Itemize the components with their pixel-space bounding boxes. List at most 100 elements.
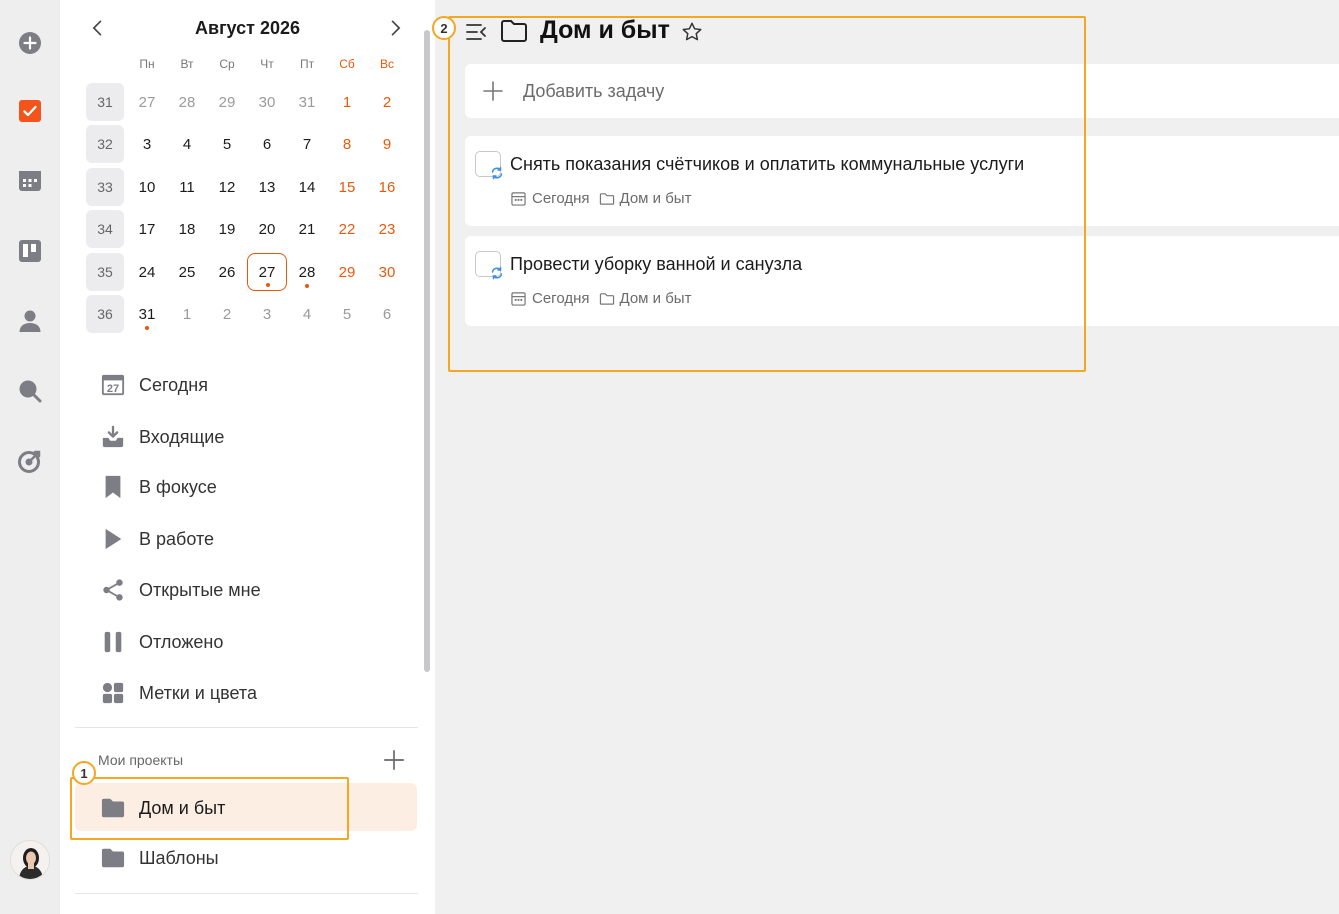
calendar-day[interactable]: 4	[167, 125, 207, 163]
weekday-label: Пн	[139, 57, 155, 71]
calendar-day[interactable]: 13	[247, 168, 287, 206]
calendar-day[interactable]: 18	[167, 210, 207, 248]
calendar-day-number: 1	[182, 305, 192, 323]
calendar-day[interactable]: 11	[167, 168, 207, 206]
calendar-day[interactable]: 12	[207, 168, 247, 206]
nav-item-postponed[interactable]: Отложено	[100, 625, 223, 659]
calendar-day-number: 7	[302, 135, 312, 153]
app-rail	[0, 0, 60, 914]
calendar-day[interactable]: 6	[367, 295, 407, 333]
goal-target-icon[interactable]	[18, 449, 42, 473]
calendar-day-number: 29	[338, 263, 356, 281]
calendar-day-number: 4	[182, 135, 192, 153]
calendar-day[interactable]: 30	[247, 83, 287, 121]
calendar-day[interactable]: 28	[287, 253, 327, 291]
calendar-day[interactable]: 6	[247, 125, 287, 163]
nav-item-focus[interactable]: В фокусе	[100, 470, 217, 504]
calendar-day[interactable]: 26	[207, 253, 247, 291]
play-icon	[100, 526, 126, 552]
weekday-label: Ср	[219, 57, 235, 71]
search-icon[interactable]	[18, 379, 42, 403]
calendar-day[interactable]: 3	[247, 295, 287, 333]
nav-item-label: В работе	[139, 528, 215, 549]
calendar-day[interactable]: 17	[127, 210, 167, 248]
nav-item-today[interactable]: 27 Сегодня	[100, 368, 208, 402]
calendar-day-number: 9	[382, 135, 392, 153]
contacts-icon[interactable]	[18, 309, 42, 333]
user-avatar[interactable]	[10, 840, 50, 880]
nav-item-label: В фокусе	[139, 476, 217, 497]
week-number: 36	[86, 295, 124, 333]
project-label: Шаблоны	[139, 847, 219, 868]
plus-icon	[384, 750, 404, 770]
calendar-day-today[interactable]: 27	[247, 253, 287, 291]
inbox-icon	[100, 424, 126, 450]
calendar-day-number: 19	[218, 220, 236, 238]
calendar-day[interactable]: 8	[327, 125, 367, 163]
calendar-day[interactable]: 22	[327, 210, 367, 248]
calendar-icon[interactable]	[18, 169, 42, 193]
calendar-day[interactable]: 5	[207, 125, 247, 163]
calendar-day[interactable]: 30	[367, 253, 407, 291]
calendar-day-number: 17	[138, 220, 156, 238]
calendar-day[interactable]: 2	[367, 83, 407, 121]
calendar-month-title[interactable]: Август 2026	[60, 18, 435, 39]
weekday-label: Вт	[180, 57, 194, 71]
week-number: 34	[86, 210, 124, 248]
calendar-day[interactable]: 14	[287, 168, 327, 206]
board-icon[interactable]	[18, 239, 42, 263]
week-number: 35	[86, 253, 124, 291]
calendar-day-number: 30	[258, 93, 276, 111]
nav-item-shared[interactable]: Открытые мне	[100, 573, 261, 607]
calendar-day[interactable]: 4	[287, 295, 327, 333]
nav-item-tags[interactable]: Метки и цвета	[100, 676, 257, 710]
calendar-day-number: 6	[262, 135, 272, 153]
calendar-day[interactable]: 10	[127, 168, 167, 206]
calendar-day[interactable]: 28	[167, 83, 207, 121]
nav-item-label: Открытые мне	[139, 579, 261, 600]
calendar-day[interactable]: 2	[207, 295, 247, 333]
add-project-button[interactable]	[382, 748, 406, 772]
calendar-day[interactable]: 29	[207, 83, 247, 121]
calendar-day[interactable]: 29	[327, 253, 367, 291]
calendar-day[interactable]: 19	[207, 210, 247, 248]
calendar-day[interactable]: 1	[327, 83, 367, 121]
nav-item-in-progress[interactable]: В работе	[100, 522, 214, 556]
calendar-day-number: 21	[298, 220, 316, 238]
calendar-day-number: 22	[338, 220, 356, 238]
calendar-day-number: 27	[258, 263, 276, 281]
calendar-day-number: 23	[378, 220, 396, 238]
calendar-day[interactable]: 16	[367, 168, 407, 206]
pause-icon	[100, 629, 126, 655]
calendar-day[interactable]: 5	[327, 295, 367, 333]
calendar-day[interactable]: 1	[167, 295, 207, 333]
calendar-day[interactable]: 27	[127, 83, 167, 121]
calendar-day-number: 15	[338, 178, 356, 196]
calendar-day[interactable]: 25	[167, 253, 207, 291]
callout-box-main	[448, 16, 1086, 372]
calendar-day-number: 2	[382, 93, 392, 111]
tasks-checkbox-icon[interactable]	[18, 99, 42, 123]
calendar-day[interactable]: 3	[127, 125, 167, 163]
weekday-label: Вс	[379, 57, 394, 71]
nav-item-inbox[interactable]: Входящие	[100, 420, 224, 454]
sidebar-scrollbar[interactable]	[424, 30, 430, 672]
add-circle-icon[interactable]	[18, 31, 42, 55]
calendar-day-number: 4	[302, 305, 312, 323]
nav-item-label: Входящие	[139, 426, 225, 447]
calendar-day[interactable]: 24	[127, 253, 167, 291]
project-item-templates[interactable]: Шаблоны	[100, 841, 219, 875]
calendar-day[interactable]: 9	[367, 125, 407, 163]
calendar-day-number: 8	[342, 135, 352, 153]
chevron-right-icon[interactable]	[383, 16, 407, 40]
projects-section-title: Мои проекты	[98, 752, 184, 768]
calendar-day-number: 6	[382, 305, 392, 323]
calendar-day[interactable]: 7	[287, 125, 327, 163]
callout-badge: 2	[432, 16, 456, 40]
calendar-day[interactable]: 21	[287, 210, 327, 248]
calendar-day[interactable]: 23	[367, 210, 407, 248]
calendar-day[interactable]: 15	[327, 168, 367, 206]
calendar-day[interactable]: 20	[247, 210, 287, 248]
calendar-day[interactable]: 31	[287, 83, 327, 121]
calendar-day[interactable]: 31	[127, 295, 167, 333]
